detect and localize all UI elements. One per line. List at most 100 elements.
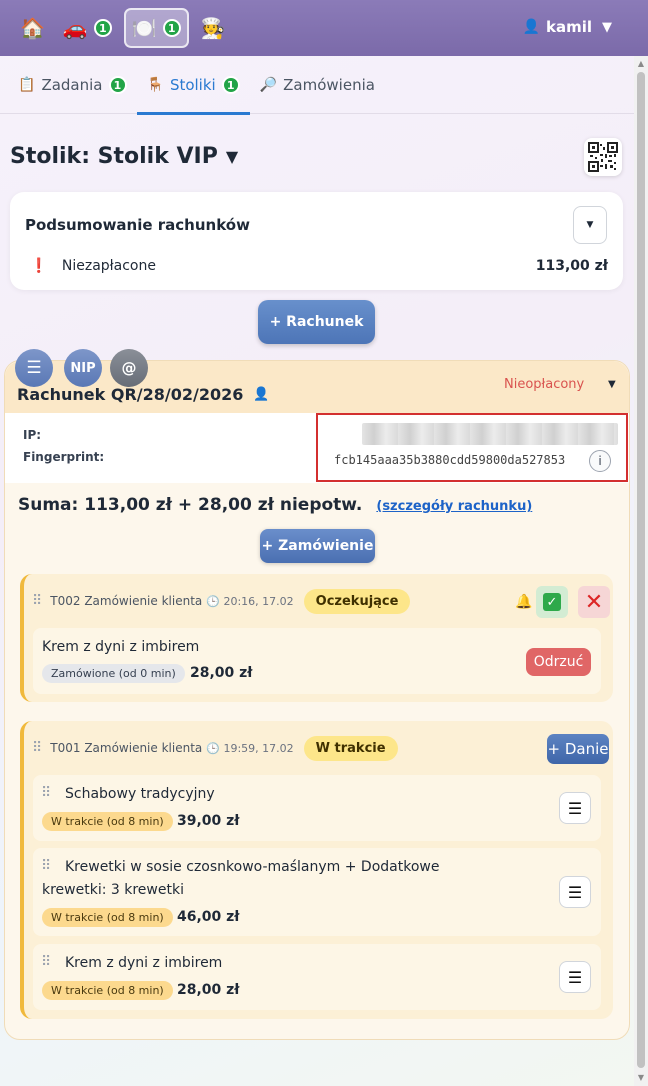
add-order-button[interactable]: + Zamówienie	[260, 529, 375, 563]
item-status-badge: W trakcie (od 8 min)	[42, 812, 173, 831]
email-button[interactable]: @	[110, 349, 148, 387]
ip-label: IP:	[23, 428, 42, 442]
plate-icon: 🍽️	[131, 16, 157, 40]
clock-icon: 🕒	[206, 594, 220, 608]
tab-badge: 1	[221, 76, 240, 94]
magnifier-icon: 🔎	[259, 77, 278, 93]
scroll-down-arrow-icon[interactable]: ▼	[637, 1074, 645, 1082]
bill-sum: Suma: 113,00 zł + 28,00 zł niepotw.	[18, 495, 363, 515]
qr-code-button[interactable]	[584, 138, 622, 176]
scroll-up-arrow-icon[interactable]: ▲	[637, 60, 645, 68]
item-name: Schabowy tradycyjny	[65, 786, 215, 802]
page-title: Stolik: Stolik VIP	[10, 144, 218, 169]
check-icon: ✓	[543, 593, 561, 611]
item-price: 28,00 zł	[190, 665, 253, 681]
order-label: T001 Zamówienie klienta	[50, 741, 203, 755]
unpaid-amount: 113,00 zł	[535, 258, 608, 274]
order-time: 🕒 20:16, 17.02	[206, 594, 294, 608]
unpaid-label: Niezapłacone	[61, 258, 156, 274]
bill-status: Nieopłacony	[504, 377, 585, 392]
tab-label: Zamówienia	[283, 76, 375, 94]
order-time: 🕒 19:59, 17.02	[206, 741, 294, 755]
top-bar: 🏠 🚗 1 🍽️ 1 🧑‍🍳 👤 kamil ▼	[0, 0, 648, 56]
clipboard-icon: 📋	[18, 77, 36, 93]
reject-item-button[interactable]: Odrzuć	[526, 648, 591, 676]
order-status-badge: W trakcie	[303, 735, 398, 761]
car-icon: 🚗	[62, 16, 88, 40]
order-card: ⠿ T001 Zamówienie klienta 🕒 19:59, 17.02…	[20, 721, 613, 1019]
drag-handle-icon[interactable]: ⠿	[41, 954, 51, 970]
clock-icon: 🕒	[206, 741, 220, 755]
item-menu-button[interactable]: ☰	[559, 792, 591, 824]
drag-handle-icon[interactable]: ⠿	[32, 593, 42, 609]
order-status-badge: Oczekujące	[303, 588, 411, 614]
tab-zamowienia[interactable]: 🔎 Zamówienia	[250, 56, 385, 114]
hamburger-icon: ☰	[567, 882, 583, 902]
item-menu-button[interactable]: ☰	[559, 961, 591, 993]
tab-label: Zadania	[41, 76, 103, 94]
hamburger-icon: ☰	[567, 967, 583, 987]
drag-handle-icon[interactable]: ⠿	[32, 740, 42, 756]
item-price: 39,00 zł	[177, 813, 240, 829]
tab-badge: 1	[108, 76, 127, 94]
chevron-down-icon: ▼	[225, 147, 239, 166]
user-name: kamil	[545, 18, 592, 36]
nip-button[interactable]: NIP	[64, 349, 102, 387]
client-info-highlight: fcb145aaa35b3880cdd59800da527853 i	[316, 413, 628, 482]
chevron-down-icon: ▼	[586, 220, 594, 230]
chef-icon: 🧑‍🍳	[200, 16, 226, 40]
fingerprint-label: Fingerprint:	[23, 450, 105, 464]
order-item: ⠿ Schabowy tradycyjny W trakcie (od 8 mi…	[33, 775, 601, 841]
unpaid-row: ❗ Niezapłacone 113,00 zł	[30, 258, 608, 274]
bill-title-row: Rachunek QR/28/02/2026 👤	[17, 385, 270, 404]
item-name-line2: krewetki: 3 krewetki	[42, 882, 184, 898]
chevron-down-icon: ▼	[602, 19, 612, 35]
drag-handle-icon[interactable]: ⠿	[41, 858, 51, 874]
tab-label: Stoliki	[169, 76, 216, 94]
exclamation-icon: ❗	[30, 258, 48, 274]
bell-icon: 🔔	[515, 594, 533, 610]
summary-toggle-button[interactable]: ▼	[573, 206, 607, 244]
order-item: Krem z dyni z imbirem Zamówione (od 0 mi…	[33, 628, 601, 694]
item-name: Krem z dyni z imbirem	[65, 955, 223, 971]
info-icon[interactable]: i	[589, 450, 611, 472]
kitchen-button[interactable]: 🧑‍🍳	[195, 8, 232, 48]
order-label: T002 Zamówienie klienta	[50, 594, 203, 608]
item-price: 28,00 zł	[177, 982, 240, 998]
bill-collapse-chevron-icon[interactable]: ▼	[608, 379, 616, 390]
summary-title: Podsumowanie rachunków	[25, 216, 250, 234]
tables-button[interactable]: 🍽️ 1	[123, 8, 189, 48]
hamburger-icon: ☰	[567, 798, 583, 818]
order-header: ⠿ T001 Zamówienie klienta 🕒 19:59, 17.02…	[24, 721, 613, 775]
user-menu[interactable]: 👤 kamil ▼	[523, 18, 612, 36]
order-item: ⠿ Krem z dyni z imbirem W trakcie (od 8 …	[33, 944, 601, 1010]
scrollbar-thumb[interactable]	[637, 72, 645, 1068]
home-button[interactable]: 🏠	[14, 8, 51, 48]
cancel-order-button[interactable]: ✕	[578, 586, 610, 618]
bill-summary-card: Podsumowanie rachunków ▼ ❗ Niezapłacone …	[10, 192, 623, 290]
drag-handle-icon[interactable]: ⠿	[41, 785, 51, 801]
bill-details-link[interactable]: (szczegóły rachunku)	[376, 499, 532, 514]
order-item: ⠿ Krewetki w sosie czosnkowo-maślanym + …	[33, 848, 601, 936]
item-status-badge: W trakcie (od 8 min)	[42, 908, 173, 927]
chair-icon: 🪑	[146, 77, 164, 93]
delivery-badge: 1	[93, 19, 112, 37]
item-status-badge: Zamówione (od 0 min)	[42, 664, 185, 683]
tables-badge: 1	[162, 19, 181, 37]
item-name-line1: Krewetki w sosie czosnkowo-maślanym + Do…	[65, 859, 440, 875]
delivery-button[interactable]: 🚗 1	[57, 8, 118, 48]
tab-zadania[interactable]: 📋 Zadania 1	[8, 56, 137, 114]
add-bill-button[interactable]: + Rachunek	[258, 300, 375, 344]
add-dish-button[interactable]: + Danie	[547, 734, 609, 764]
order-card: ⠿ T002 Zamówienie klienta 🕒 20:16, 17.02…	[20, 574, 613, 702]
bill-sum-row: Suma: 113,00 zł + 28,00 zł niepotw. (szc…	[18, 495, 532, 515]
qr-code-icon	[588, 142, 618, 172]
tab-stoliki[interactable]: 🪑 Stoliki 1	[136, 56, 250, 115]
user-icon: 👤	[253, 387, 270, 402]
item-status-badge: W trakcie (od 8 min)	[42, 981, 173, 1000]
table-selector[interactable]: Stolik: Stolik VIP ▼	[10, 144, 238, 169]
accept-order-button[interactable]: ✓	[536, 586, 568, 618]
item-name: Krem z dyni z imbirem	[42, 639, 200, 655]
bill-menu-button[interactable]: ☰	[15, 349, 53, 387]
item-menu-button[interactable]: ☰	[559, 876, 591, 908]
